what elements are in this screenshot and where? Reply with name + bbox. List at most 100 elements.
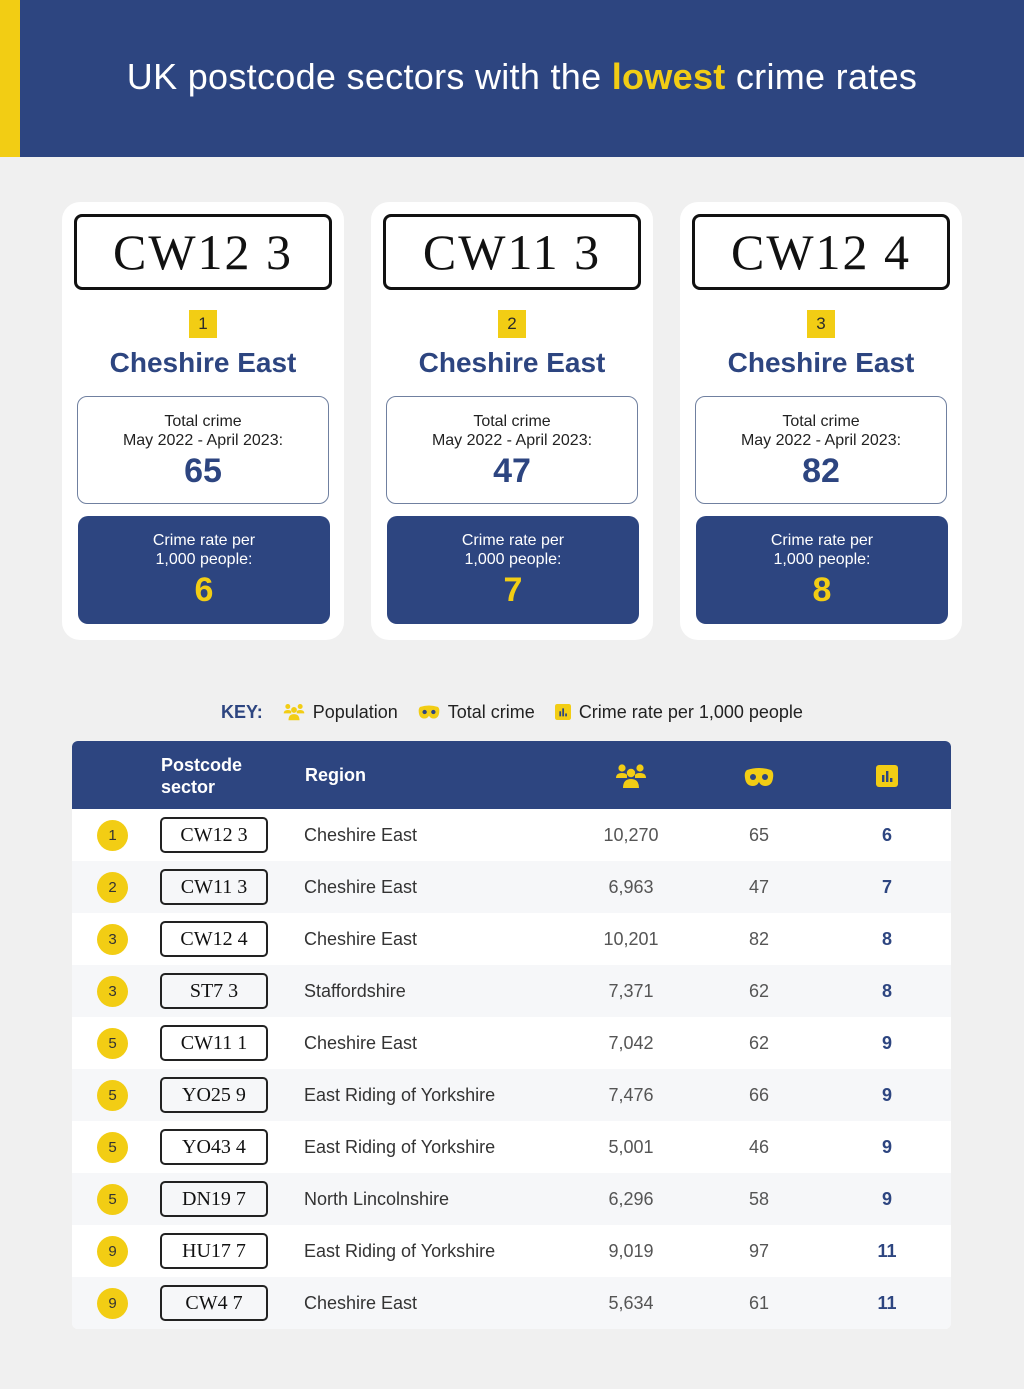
card-region: Cheshire East	[109, 347, 297, 378]
population-cell: 7,042	[608, 1033, 654, 1053]
region-cell: North Lincolnshire	[304, 1189, 450, 1209]
key-item-total-crime: Total crime	[418, 702, 535, 723]
table-row: 3 ST7 3 Staffordshire 7,371 62 8	[72, 965, 951, 1017]
population-cell: 10,201	[603, 929, 659, 949]
region-cell: Cheshire East	[304, 877, 418, 897]
key-item-label: Crime rate per 1,000 people	[578, 701, 803, 722]
total-crime-cell: 46	[748, 1137, 770, 1157]
postcode-plate: CW12 3	[74, 214, 332, 290]
crime-rate-box: Crime rate per 1,000 people: 7	[387, 516, 639, 624]
total-crime-box: Total crime May 2022 - April 2023: 47	[386, 396, 638, 504]
region-cell: Cheshire East	[304, 1293, 418, 1313]
total-crime-cell: 62	[748, 981, 770, 1001]
table-header: Postcode sector Region	[72, 741, 951, 809]
rank-badge: 9	[97, 1236, 128, 1267]
total-crime-cell: 62	[748, 1033, 770, 1053]
table-row: 5 CW11 1 Cheshire East 7,042 62 9	[72, 1017, 951, 1069]
title-after: crime rates	[725, 56, 918, 97]
card-rank-2: CW11 3 2 Cheshire East Total crime May 20…	[371, 202, 653, 640]
region-cell: East Riding of Yorkshire	[304, 1241, 496, 1261]
mask-icon	[744, 766, 774, 788]
postcode-plate: YO43 4	[160, 1129, 268, 1165]
top-three-cards: CW12 3 1 Cheshire East Total crime May 20…	[62, 202, 962, 640]
crime-rate-box: Crime rate per 1,000 people: 6	[78, 516, 330, 624]
bar-chart-icon	[876, 765, 898, 787]
postcode-plate: CW12 4	[160, 921, 268, 957]
total-crime-label: Total crime May 2022 - April 2023:	[122, 413, 284, 449]
postcode-plate: CW11 3	[383, 214, 641, 290]
total-crime-cell: 61	[748, 1293, 770, 1313]
rank-badge: 1	[97, 820, 128, 851]
population-cell: 7,371	[608, 981, 654, 1001]
total-crime-box: Total crime May 2022 - April 2023: 65	[77, 396, 329, 504]
crime-rate-value: 7	[503, 571, 523, 609]
crime-rate-label: Crime rate per 1,000 people:	[461, 532, 565, 568]
crime-rate-value: 6	[194, 571, 214, 609]
total-crime-value: 47	[493, 452, 531, 490]
total-crime-cell: 47	[748, 877, 770, 897]
postcode-plate: HU17 7	[160, 1233, 268, 1269]
crime-rate-cell: 7	[881, 877, 892, 897]
population-cell: 5,001	[608, 1137, 654, 1157]
total-crime-cell: 82	[748, 929, 770, 949]
rank-badge: 5	[97, 1132, 128, 1163]
key-item-population: Population	[283, 702, 398, 723]
total-crime-cell: 66	[748, 1085, 770, 1105]
population-cell: 7,476	[608, 1085, 654, 1105]
rank-badge: 3	[807, 310, 835, 338]
postcode-plate: YO25 9	[160, 1077, 268, 1113]
crime-rate-value: 8	[812, 571, 832, 609]
postcode-plate: CW11 3	[160, 869, 268, 905]
card-region: Cheshire East	[727, 347, 915, 378]
people-icon	[283, 703, 305, 721]
rank-badge: 9	[97, 1288, 128, 1319]
header-accent-bar	[0, 0, 20, 157]
header-region: Region	[305, 765, 366, 785]
total-crime-label: Total crime May 2022 - April 2023:	[740, 413, 902, 449]
crime-rate-label: Crime rate per 1,000 people:	[770, 532, 874, 568]
table-row: 9 CW4 7 Cheshire East 5,634 61 11	[72, 1277, 951, 1329]
region-cell: Staffordshire	[304, 981, 406, 1001]
rank-badge: 1	[189, 310, 217, 338]
page-header: UK postcode sectors with the lowest crim…	[0, 0, 1024, 157]
total-crime-value: 82	[802, 452, 840, 490]
postcode-plate: ST7 3	[160, 973, 268, 1009]
region-cell: Cheshire East	[304, 825, 418, 845]
legend-key: KEY: Population Total crime Crime rate p…	[0, 700, 1024, 724]
crime-table: Postcode sector Region 1 CW12 3 Cheshire Ea…	[72, 741, 951, 1329]
population-cell: 10,270	[603, 825, 659, 845]
crime-rate-label: Crime rate per 1,000 people:	[152, 532, 256, 568]
crime-rate-cell: 9	[881, 1033, 892, 1053]
crime-rate-cell: 8	[881, 981, 892, 1001]
crime-rate-cell: 9	[881, 1085, 892, 1105]
crime-rate-cell: 8	[881, 929, 892, 949]
title-before: UK postcode sectors with the	[126, 56, 612, 97]
title-highlight: lowest	[611, 56, 726, 97]
total-crime-value: 65	[184, 452, 222, 490]
total-crime-cell: 58	[748, 1189, 770, 1209]
population-cell: 6,963	[608, 877, 654, 897]
total-crime-label: Total crime May 2022 - April 2023:	[431, 413, 593, 449]
card-rank-1: CW12 3 1 Cheshire East Total crime May 20…	[62, 202, 344, 640]
crime-rate-cell: 6	[881, 825, 892, 845]
key-item-label: Population	[312, 701, 398, 722]
crime-rate-cell: 9	[881, 1189, 892, 1209]
card-rank-3: CW12 4 3 Cheshire East Total crime May 20…	[680, 202, 962, 640]
crime-rate-cell: 9	[881, 1137, 892, 1157]
total-crime-box: Total crime May 2022 - April 2023: 82	[695, 396, 947, 504]
rank-badge: 3	[97, 924, 128, 955]
rank-badge: 5	[97, 1028, 128, 1059]
rank-badge: 2	[498, 310, 526, 338]
people-icon	[615, 763, 647, 789]
postcode-plate: DN19 7	[160, 1181, 268, 1217]
table-row: 5 YO43 4 East Riding of Yorkshire 5,001 46 9	[72, 1121, 951, 1173]
region-cell: Cheshire East	[304, 929, 418, 949]
key-label: KEY:	[221, 701, 263, 722]
key-item-label: Total crime	[447, 701, 535, 722]
table-row: 5 DN19 7 North Lincolnshire 6,296 58 9	[72, 1173, 951, 1225]
total-crime-cell: 97	[748, 1241, 770, 1261]
population-cell: 5,634	[608, 1293, 654, 1313]
header-postcode-sector: Postcode sector	[161, 755, 243, 797]
table-row: 1 CW12 3 Cheshire East 10,270 65 6	[72, 809, 951, 861]
table-row: 9 HU17 7 East Riding of Yorkshire 9,019 97 11	[72, 1225, 951, 1277]
